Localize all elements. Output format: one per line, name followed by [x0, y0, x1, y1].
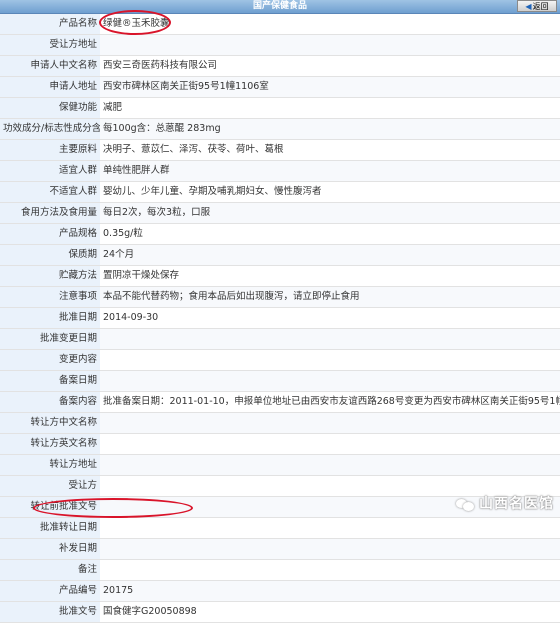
row-label: 批准日期 [0, 307, 100, 329]
table-row: 转让方英文名称 [0, 433, 560, 455]
row-label: 产品编号 [0, 580, 100, 602]
row-label: 转让方地址 [0, 454, 100, 476]
title-bar: 国产保健食品 ◀返回 [0, 0, 560, 14]
table-row: 产品规格 0.35g/粒 [0, 223, 560, 245]
row-label: 备注 [0, 559, 100, 581]
table-row: 贮藏方法 置阴凉干燥处保存 [0, 265, 560, 287]
row-label: 保质期 [0, 244, 100, 266]
row-value: 决明子、薏苡仁、泽泻、茯苓、荷叶、葛根 [100, 139, 560, 161]
row-label: 受让方 [0, 475, 100, 497]
row-value: 2014-09-30 [100, 307, 560, 329]
row-value [100, 328, 560, 350]
row-label: 申请人地址 [0, 76, 100, 98]
watermark-text: 山西名医馆 [479, 496, 554, 512]
row-label: 适宜人群 [0, 160, 100, 182]
product-info-table: 产品名称 绿健®玉禾胶囊 受让方地址 申请人中文名称 西安三奇医药科技有限公司 申请人地址… [0, 14, 560, 623]
row-value: 0.35g/粒 [100, 223, 560, 245]
table-row: 产品名称 绿健®玉禾胶囊 [0, 14, 560, 35]
table-row: 保质期 24个月 [0, 244, 560, 266]
row-value: 每100g含：总蒽醌 283mg [100, 118, 560, 140]
row-label: 变更内容 [0, 349, 100, 371]
row-value [100, 454, 560, 476]
row-value: 24个月 [100, 244, 560, 266]
row-value: 减肥 [100, 97, 560, 119]
row-value [100, 538, 560, 560]
row-value [100, 559, 560, 581]
table-row: 注意事项 本品不能代替药物；食用本品后如出现腹泻，请立即停止食用 [0, 286, 560, 308]
row-value: 单纯性肥胖人群 [100, 160, 560, 182]
wechat-icon [456, 497, 476, 511]
table-row: 备案日期 [0, 370, 560, 392]
row-label: 贮藏方法 [0, 265, 100, 287]
table-row: 申请人地址 西安市碑林区南关正街95号1幢1106室 [0, 76, 560, 98]
back-button[interactable]: ◀返回 [517, 0, 557, 12]
table-row: 批准日期 2014-09-30 [0, 307, 560, 329]
table-row: 产品编号 20175 [0, 580, 560, 602]
row-value: 每日2次，每次3粒，口服 [100, 202, 560, 224]
table-row: 保健功能 减肥 [0, 97, 560, 119]
row-label: 注意事项 [0, 286, 100, 308]
page-title: 国产保健食品 [252, 1, 307, 11]
row-label: 保健功能 [0, 97, 100, 119]
row-label: 批准文号 [0, 601, 100, 623]
row-value [100, 34, 560, 56]
highlight-circle-approval-number [33, 498, 193, 518]
row-label: 批准变更日期 [0, 328, 100, 350]
row-value [100, 433, 560, 455]
row-value [100, 412, 560, 434]
row-value [100, 349, 560, 371]
back-button-label: 返回 [532, 2, 549, 11]
back-arrow-icon: ◀ [525, 2, 532, 11]
table-row: 功效成分/标志性成分含量 每100g含：总蒽醌 283mg [0, 118, 560, 140]
row-label: 转让方中文名称 [0, 412, 100, 434]
row-label: 食用方法及食用量 [0, 202, 100, 224]
row-label: 备案日期 [0, 370, 100, 392]
table-row: 食用方法及食用量 每日2次，每次3粒，口服 [0, 202, 560, 224]
table-row: 补发日期 [0, 538, 560, 560]
table-row: 变更内容 [0, 349, 560, 371]
row-value: 国食健字G20050898 [100, 601, 560, 623]
watermark: 山西名医馆 [456, 493, 554, 513]
row-label: 产品规格 [0, 223, 100, 245]
highlight-circle-product-name [99, 10, 171, 35]
table-row: 不适宜人群 婴幼儿、少年儿童、孕期及哺乳期妇女、慢性腹泻者 [0, 181, 560, 203]
row-value: 20175 [100, 580, 560, 602]
row-label: 功效成分/标志性成分含量 [0, 118, 100, 140]
row-value: 置阴凉干燥处保存 [100, 265, 560, 287]
table-row: 受让方地址 [0, 34, 560, 56]
row-label: 主要原料 [0, 139, 100, 161]
row-label: 补发日期 [0, 538, 100, 560]
table-row: 转让方地址 [0, 454, 560, 476]
row-value: 西安三奇医药科技有限公司 [100, 55, 560, 77]
row-label: 受让方地址 [0, 34, 100, 56]
row-label: 申请人中文名称 [0, 55, 100, 77]
row-label: 不适宜人群 [0, 181, 100, 203]
row-value [100, 370, 560, 392]
table-row: 主要原料 决明子、薏苡仁、泽泻、茯苓、荷叶、葛根 [0, 139, 560, 161]
table-row: 批准文号 国食健字G20050898 [0, 601, 560, 623]
table-row: 备注 [0, 559, 560, 581]
table-row: 备案内容 批准备案日期：2011-01-10，申报单位地址已由西安市友谊西路268… [0, 391, 560, 413]
row-value: 本品不能代替药物；食用本品后如出现腹泻，请立即停止食用 [100, 286, 560, 308]
row-label: 转让方英文名称 [0, 433, 100, 455]
table-row: 转让方中文名称 [0, 412, 560, 434]
row-value: 批准备案日期：2011-01-10，申报单位地址已由西安市友谊西路268号变更为… [100, 391, 560, 413]
table-row: 批准变更日期 [0, 328, 560, 350]
row-label: 产品名称 [0, 14, 100, 35]
table-row: 申请人中文名称 西安三奇医药科技有限公司 [0, 55, 560, 77]
table-row: 适宜人群 单纯性肥胖人群 [0, 160, 560, 182]
row-label: 备案内容 [0, 391, 100, 413]
row-value: 西安市碑林区南关正街95号1幢1106室 [100, 76, 560, 98]
row-value: 婴幼儿、少年儿童、孕期及哺乳期妇女、慢性腹泻者 [100, 181, 560, 203]
